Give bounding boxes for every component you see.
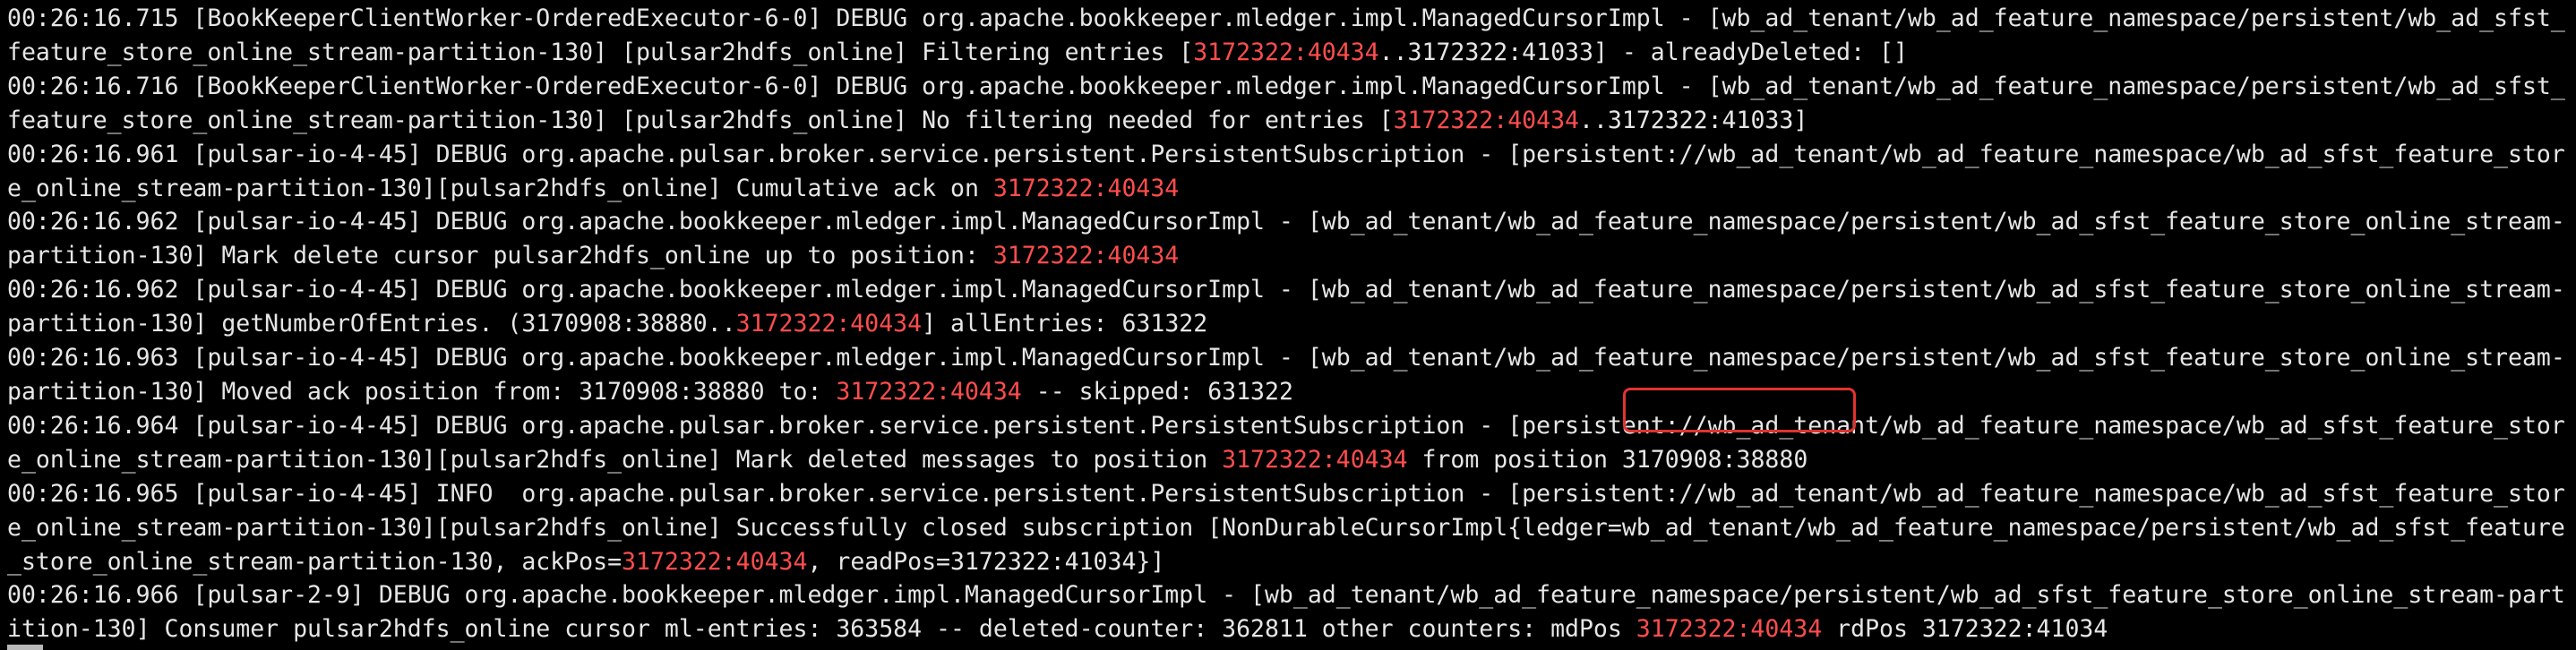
log-text: 00:26:16.716 [BookKeeperClientWorker-Ord…: [7, 72, 2565, 134]
log-entry: 00:26:16.966 [pulsar-2-9] DEBUG org.apac…: [7, 578, 2569, 646]
highlighted-position: 3172322:40434: [992, 242, 1180, 270]
highlighted-position: 3172322:40434: [836, 377, 1022, 406]
log-text: 00:26:16.962 [pulsar-io-4-45] DEBUG org.…: [7, 208, 2565, 270]
log-entry: 00:26:16.715 [BookKeeperClientWorker-Ord…: [7, 2, 2569, 70]
highlighted-position: 3172322:40434: [735, 310, 923, 338]
log-entry: 00:26:16.963 [pulsar-io-4-45] DEBUG org.…: [7, 341, 2569, 409]
log-output: 00:26:16.715 [BookKeeperClientWorker-Ord…: [7, 2, 2569, 646]
highlighted-position: 3172322:40434: [1193, 38, 1379, 66]
highlighted-position: 3172322:40434: [992, 174, 1180, 202]
log-entry: 00:26:16.961 [pulsar-io-4-45] DEBUG org.…: [7, 138, 2569, 206]
highlighted-position: 3172322:40434: [622, 547, 808, 576]
log-text: , readPos=3172322:41034}]: [807, 547, 1165, 576]
log-text: ..3172322:41033] - alreadyDeleted: []: [1378, 38, 1908, 66]
log-text: rdPos 3172322:41034: [1822, 615, 2108, 644]
log-entry: 00:26:16.965 [pulsar-io-4-45] INFO org.a…: [7, 477, 2569, 579]
log-text: 00:26:16.961 [pulsar-io-4-45] DEBUG org.…: [7, 140, 2565, 202]
log-entry: 00:26:16.716 [BookKeeperClientWorker-Ord…: [7, 70, 2569, 138]
highlighted-position: 3172322:40434: [1636, 615, 1823, 644]
log-entry: 00:26:16.964 [pulsar-io-4-45] DEBUG org.…: [7, 409, 2569, 477]
log-entry: 00:26:16.962 [pulsar-io-4-45] DEBUG org.…: [7, 205, 2569, 273]
annotation-highlight-box: [1623, 388, 1856, 432]
log-text: -- skipped: 631322: [1021, 377, 1293, 406]
log-text: 00:26:16.962 [pulsar-io-4-45] DEBUG org.…: [7, 276, 2565, 338]
log-text: ..3172322:41033]: [1579, 106, 1808, 134]
highlighted-position: 3172322:40434: [1393, 106, 1579, 134]
log-text: 00:26:16.966 [pulsar-2-9] DEBUG org.apac…: [7, 581, 2565, 644]
terminal-window[interactable]: 00:26:16.715 [BookKeeperClientWorker-Ord…: [0, 0, 2576, 650]
log-text: 00:26:16.965 [pulsar-io-4-45] INFO org.a…: [7, 479, 2565, 576]
highlighted-position: 3172322:40434: [1222, 445, 1408, 474]
terminal-cursor: [7, 645, 43, 650]
log-text: from position 3170908:38880: [1407, 445, 1808, 474]
log-entry: 00:26:16.962 [pulsar-io-4-45] DEBUG org.…: [7, 273, 2569, 341]
log-text: ] allEntries: 631322: [922, 310, 1208, 338]
